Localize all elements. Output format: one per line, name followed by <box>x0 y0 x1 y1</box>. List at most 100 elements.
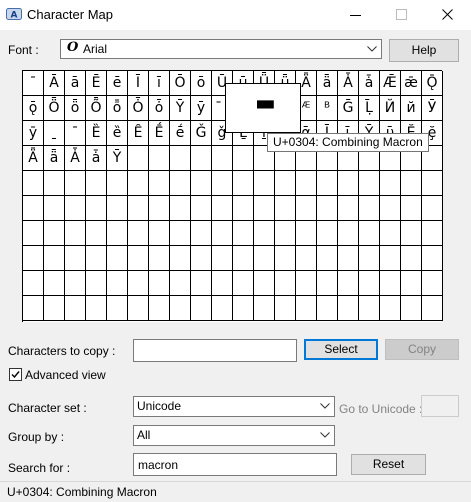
character-cell[interactable] <box>380 246 401 271</box>
character-cell[interactable] <box>128 171 149 196</box>
advanced-view-label[interactable]: Advanced view <box>25 368 106 382</box>
character-cell[interactable] <box>359 221 380 246</box>
character-cell[interactable]: Ȫ <box>44 96 65 121</box>
character-cell[interactable]: ȱ <box>149 96 170 121</box>
character-cell[interactable] <box>212 146 233 171</box>
character-cell[interactable] <box>296 296 317 321</box>
character-cell[interactable] <box>338 296 359 321</box>
font-dropdown[interactable]: O Arial <box>60 39 382 59</box>
character-cell[interactable]: ӯ <box>23 121 44 146</box>
character-cell[interactable] <box>128 246 149 271</box>
reset-button[interactable]: Reset <box>351 454 426 475</box>
character-cell[interactable] <box>380 196 401 221</box>
character-cell[interactable]: ḗ <box>170 121 191 146</box>
character-cell[interactable] <box>338 196 359 221</box>
character-cell[interactable] <box>212 221 233 246</box>
character-cell[interactable] <box>86 271 107 296</box>
character-cell[interactable] <box>422 296 443 321</box>
character-cell[interactable] <box>23 171 44 196</box>
character-cell[interactable] <box>65 171 86 196</box>
character-cell[interactable] <box>86 246 107 271</box>
character-cell[interactable] <box>128 271 149 296</box>
character-cell[interactable] <box>170 196 191 221</box>
character-cell[interactable]: Ǧ <box>191 121 212 146</box>
character-cell[interactable]: Ǣ <box>380 71 401 96</box>
character-cell[interactable]: Ǟ <box>23 146 44 171</box>
character-cell[interactable] <box>254 171 275 196</box>
character-cell[interactable] <box>275 296 296 321</box>
character-cell[interactable] <box>338 271 359 296</box>
character-cell[interactable] <box>422 171 443 196</box>
character-cell[interactable] <box>44 221 65 246</box>
character-cell[interactable] <box>275 271 296 296</box>
character-cell[interactable] <box>23 271 44 296</box>
go-to-unicode-field[interactable] <box>421 395 459 417</box>
character-cell[interactable] <box>296 171 317 196</box>
character-cell[interactable] <box>233 196 254 221</box>
maximize-button[interactable] <box>379 0 425 30</box>
characters-to-copy-input[interactable] <box>134 340 296 361</box>
character-cell[interactable]: Ǡ <box>65 146 86 171</box>
character-cell[interactable] <box>359 246 380 271</box>
character-cell[interactable] <box>317 296 338 321</box>
character-cell[interactable]: Ȳ <box>170 96 191 121</box>
character-cell[interactable] <box>149 271 170 296</box>
close-button[interactable] <box>425 0 471 30</box>
character-cell[interactable] <box>107 196 128 221</box>
character-cell[interactable] <box>401 196 422 221</box>
character-cell[interactable]: Ȭ <box>86 96 107 121</box>
character-cell[interactable]: ǭ <box>23 96 44 121</box>
character-cell[interactable]: ā <box>65 71 86 96</box>
character-cell[interactable] <box>191 196 212 221</box>
character-cell[interactable] <box>212 171 233 196</box>
character-cell[interactable] <box>170 221 191 246</box>
character-cell[interactable]: ǡ <box>359 71 380 96</box>
character-cell[interactable] <box>149 171 170 196</box>
character-cell[interactable] <box>212 271 233 296</box>
character-cell[interactable] <box>338 221 359 246</box>
character-cell[interactable] <box>128 296 149 321</box>
character-cell[interactable] <box>170 246 191 271</box>
select-button[interactable]: Select <box>304 339 378 360</box>
character-cell[interactable] <box>275 171 296 196</box>
character-cell[interactable] <box>233 246 254 271</box>
character-cell[interactable] <box>317 221 338 246</box>
character-cell[interactable] <box>317 246 338 271</box>
character-cell[interactable]: Ḹ <box>359 96 380 121</box>
character-cell[interactable]: ᴮ <box>317 96 338 121</box>
character-cell[interactable] <box>86 196 107 221</box>
character-cell[interactable]: Ǭ <box>422 71 443 96</box>
character-cell[interactable] <box>212 296 233 321</box>
character-cell[interactable] <box>422 246 443 271</box>
character-cell[interactable] <box>233 171 254 196</box>
character-cell[interactable] <box>317 271 338 296</box>
character-cell[interactable] <box>233 221 254 246</box>
character-cell[interactable] <box>275 221 296 246</box>
group-by-dropdown[interactable]: All <box>133 425 335 446</box>
character-cell[interactable] <box>191 221 212 246</box>
character-cell[interactable] <box>380 171 401 196</box>
character-cell[interactable] <box>317 196 338 221</box>
character-cell[interactable] <box>107 246 128 271</box>
character-cell[interactable] <box>380 271 401 296</box>
character-cell[interactable] <box>401 271 422 296</box>
character-cell[interactable] <box>65 296 86 321</box>
character-cell[interactable] <box>107 171 128 196</box>
character-cell[interactable] <box>149 246 170 271</box>
character-cell[interactable] <box>128 196 149 221</box>
character-cell[interactable]: ē <box>107 71 128 96</box>
character-cell[interactable]: ǡ <box>86 146 107 171</box>
character-cell[interactable]: ǟ <box>44 146 65 171</box>
character-cell[interactable]: Ӯ <box>422 96 443 121</box>
character-cell[interactable] <box>44 171 65 196</box>
character-cell[interactable] <box>422 196 443 221</box>
character-cell[interactable] <box>23 296 44 321</box>
copy-button[interactable]: Copy <box>385 339 459 360</box>
character-cell[interactable] <box>401 171 422 196</box>
character-cell[interactable] <box>86 296 107 321</box>
character-cell[interactable] <box>338 246 359 271</box>
character-cell[interactable]: Ȅ <box>86 121 107 146</box>
characters-to-copy-field[interactable] <box>133 339 297 362</box>
character-set-dropdown[interactable]: Unicode <box>133 396 335 417</box>
character-cell[interactable]: ǣ <box>401 71 422 96</box>
